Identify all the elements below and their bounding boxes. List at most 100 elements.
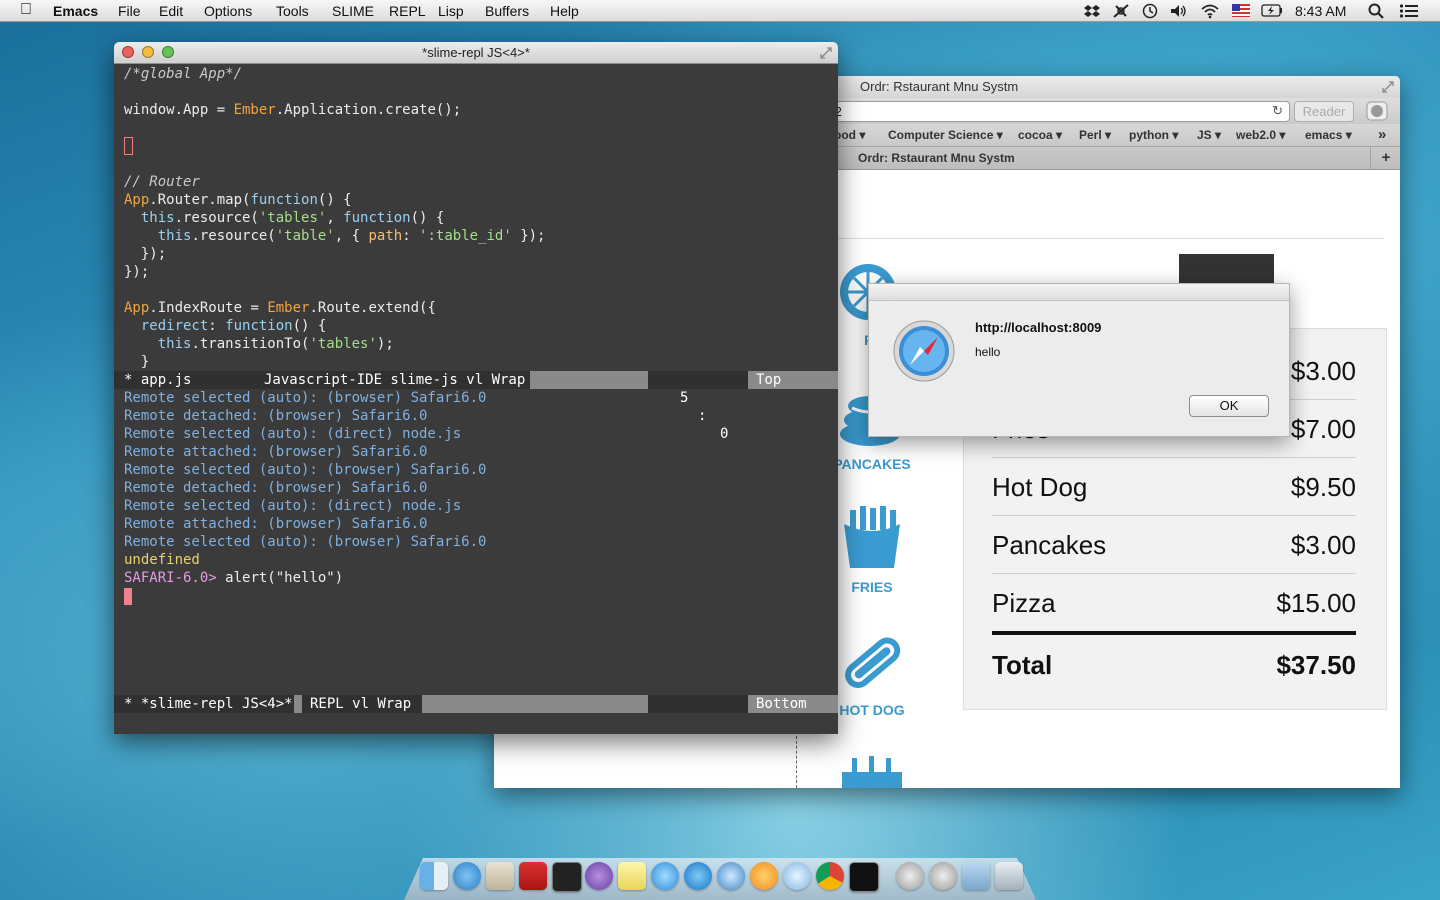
repl-command: alert("hello") <box>225 570 344 586</box>
category-fries[interactable]: FRIES <box>827 579 917 595</box>
bookmark-computer-science[interactable]: Computer Science ▾ <box>888 124 1003 146</box>
modeline-buffer: * app.js <box>114 371 256 389</box>
order-item-name: Pancakes <box>992 530 1107 560</box>
spotlight-icon[interactable] <box>1368 3 1384 19</box>
bookmark-cocoa[interactable]: cocoa ▾ <box>1018 124 1062 146</box>
notification-center-icon[interactable] <box>1399 3 1419 19</box>
minibuffer[interactable] <box>114 713 838 734</box>
time-machine-icon[interactable] <box>1142 3 1158 19</box>
trash-icon[interactable] <box>995 862 1023 890</box>
modeline-scroll: Top <box>756 372 782 388</box>
menu-slime[interactable]: SLIME <box>332 3 374 19</box>
volume-icon[interactable] <box>1170 3 1188 19</box>
menu-file[interactable]: File <box>118 3 141 19</box>
app-menu[interactable]: Emacs <box>53 3 98 19</box>
repl-line: Remote selected (auto): (direct) node.js <box>124 498 462 514</box>
activity-monitor-icon[interactable] <box>552 862 582 892</box>
code-editor[interactable]: /*global App*/ window.App = Ember.Applic… <box>124 65 545 371</box>
quicktime-icon[interactable] <box>717 862 745 890</box>
modeline-mode: Javascript-IDE slime-js vl Wrap <box>256 371 530 389</box>
dictionary-icon[interactable] <box>519 862 547 890</box>
itunes-icon[interactable] <box>651 862 679 890</box>
bookmark-python[interactable]: python ▾ <box>1129 124 1178 146</box>
modeline-app-js[interactable]: * app.js Javascript-IDE slime-js vl Wrap… <box>114 371 838 442</box>
modeline-position: 84 : 0 <box>648 695 748 734</box>
category-hot-dog[interactable]: HOT DOG <box>827 702 917 718</box>
order-row[interactable]: Pancakes $3.00 <box>992 516 1356 574</box>
dashed-guide <box>796 736 797 788</box>
emacs-icon[interactable] <box>585 862 613 890</box>
cake-icon[interactable] <box>838 750 908 788</box>
address-field[interactable]: /2 ↻ <box>824 101 1290 122</box>
emacs-titlebar[interactable]: *slime-repl JS<4>* <box>114 42 838 64</box>
menubar-clock[interactable]: 8:43 AM <box>1295 3 1346 19</box>
terminal-icon[interactable] <box>849 862 879 892</box>
repl-prompt: SAFARI-6.0> <box>124 570 217 586</box>
repl-line: Remote attached: (browser) Safari6.0 <box>124 444 428 460</box>
bookmark-food[interactable]: ood ▾ <box>834 124 865 146</box>
menu-tools[interactable]: Tools <box>276 3 309 19</box>
us-flag-icon[interactable] <box>1232 4 1250 17</box>
chrome-icon[interactable] <box>816 862 844 890</box>
alert-message: hello <box>975 345 1001 359</box>
alert-host: http://localhost:8009 <box>975 320 1102 335</box>
emacs-title: *slime-repl JS<4>* <box>422 45 530 60</box>
fries-icon[interactable] <box>838 504 908 574</box>
fullscreen-icon[interactable] <box>820 47 832 59</box>
order-row[interactable]: Hot Dog $9.50 <box>992 458 1356 516</box>
new-tab-button[interactable]: + <box>1370 147 1400 169</box>
app-store-icon[interactable] <box>684 862 712 890</box>
downloads-icon[interactable] <box>1366 101 1388 121</box>
menubar:  Emacs File Edit Options Tools SLIME RE… <box>0 0 1440 22</box>
close-button[interactable] <box>122 46 134 58</box>
category-pancakes[interactable]: PANCAKES <box>827 456 917 472</box>
repl-cursor <box>124 587 132 605</box>
bookmark-web20[interactable]: web2.0 ▾ <box>1236 124 1285 146</box>
hot-dog-icon[interactable] <box>838 628 908 698</box>
applications-folder-icon[interactable] <box>962 862 990 890</box>
safari-icon[interactable] <box>453 862 481 890</box>
bookmark-perl[interactable]: Perl ▾ <box>1079 124 1111 146</box>
alert-dialog: http://localhost:8009 hello OK <box>868 283 1290 437</box>
modeline-scroll: Bottom <box>756 696 807 712</box>
stickies-icon[interactable] <box>618 862 646 890</box>
ok-button[interactable]: OK <box>1189 395 1269 417</box>
battery-icon[interactable] <box>1261 4 1283 17</box>
modeline-repl[interactable]: * *slime-repl JS<4>* REPL vl Wrap 84 : 0… <box>114 695 838 734</box>
menu-repl[interactable]: REPL <box>389 3 426 19</box>
preview-icon[interactable] <box>486 862 514 890</box>
messages-icon[interactable] <box>783 862 811 890</box>
modeline-buffer: * *slime-repl JS<4>* <box>114 695 294 713</box>
bookmark-emacs[interactable]: emacs ▾ <box>1305 124 1352 146</box>
zoom-button[interactable] <box>162 46 174 58</box>
reload-icon[interactable]: ↻ <box>1272 103 1283 119</box>
documents-stack-icon[interactable] <box>929 862 957 890</box>
crossed-app-icon[interactable] <box>1112 3 1130 19</box>
repl-line: Remote detached: (browser) Safari6.0 <box>124 408 428 424</box>
dragon-ball-icon[interactable] <box>750 862 778 890</box>
menu-help[interactable]: Help <box>550 3 579 19</box>
menu-options[interactable]: Options <box>204 3 252 19</box>
downloads-stack-icon[interactable] <box>896 862 924 890</box>
bookmarks-overflow-icon[interactable]: » <box>1378 124 1386 146</box>
order-item-name: Pizza <box>992 588 1056 618</box>
menu-lisp[interactable]: Lisp <box>438 3 464 19</box>
menu-edit[interactable]: Edit <box>159 3 183 19</box>
apple-icon[interactable]:  <box>20 1 32 19</box>
order-item-price: $9.50 <box>1290 472 1356 502</box>
wifi-icon[interactable] <box>1200 3 1220 19</box>
tab-ordr[interactable]: Ordr: Rstaurant Mnu Systm <box>858 147 1015 169</box>
menu-buffers[interactable]: Buffers <box>485 3 529 19</box>
finder-icon[interactable] <box>420 862 448 890</box>
minimize-button[interactable] <box>142 46 154 58</box>
dropbox-icon[interactable] <box>1084 3 1100 19</box>
reader-button[interactable]: Reader <box>1294 101 1354 122</box>
alert-top-edge <box>869 284 1289 301</box>
emacs-window: *slime-repl JS<4>* /*global App*/ window… <box>114 42 838 734</box>
fullscreen-icon[interactable] <box>1382 81 1394 93</box>
order-row[interactable]: Pizza $15.00 <box>992 574 1356 635</box>
repl-line: Remote selected (auto): (browser) Safari… <box>124 462 487 478</box>
bookmark-js[interactable]: JS ▾ <box>1197 124 1221 146</box>
repl-input-line[interactable]: SAFARI-6.0> alert("hello") <box>124 569 486 587</box>
repl-output[interactable]: Remote selected (auto): (browser) Safari… <box>124 389 486 605</box>
